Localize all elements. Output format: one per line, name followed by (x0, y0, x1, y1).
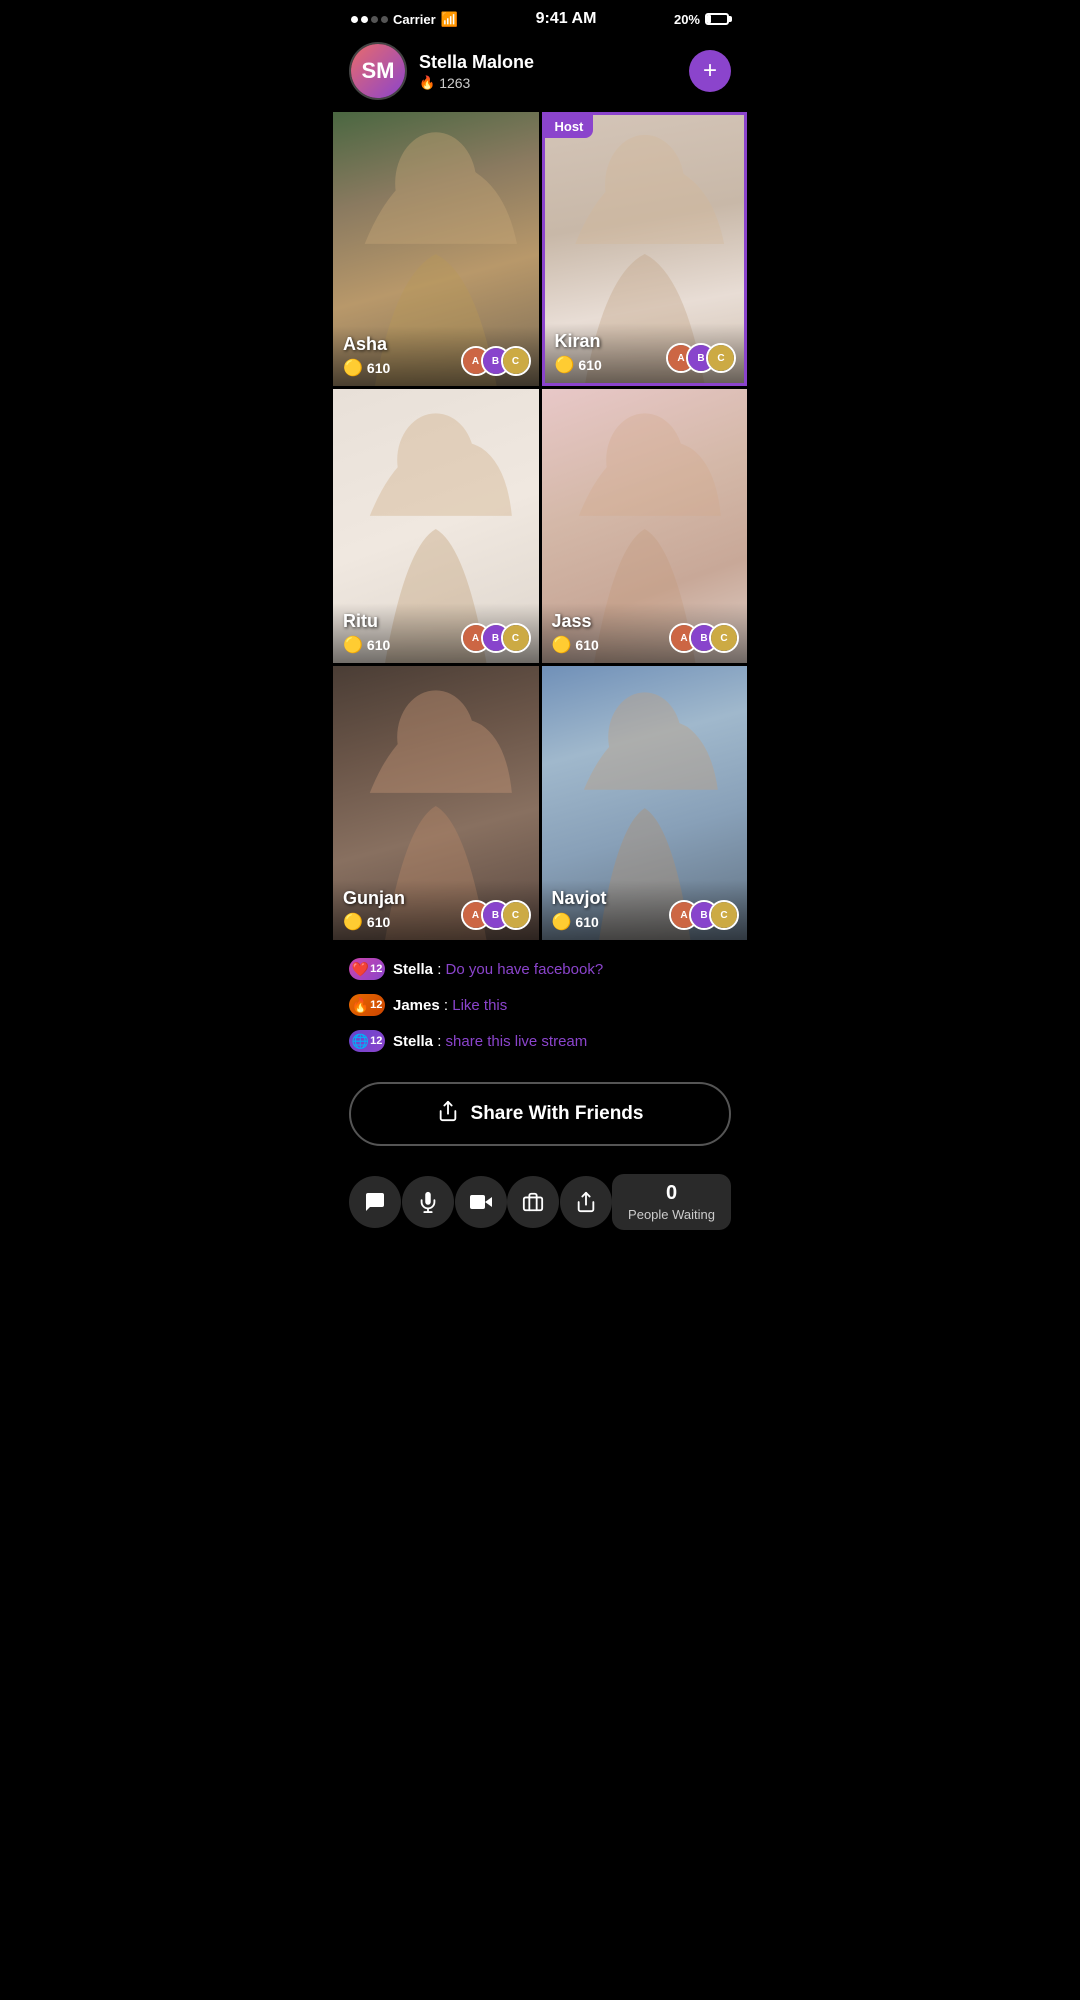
coin-value: 610 (575, 914, 598, 930)
coin-icon: 🟡 (343, 358, 363, 378)
video-circle (455, 1176, 507, 1228)
fire-icon: 🔥 (419, 75, 435, 91)
signal-dot-4 (381, 16, 388, 23)
chat-badge-3: 🌐 12 (349, 1030, 385, 1052)
badge-num-3: 12 (370, 1035, 382, 1047)
people-waiting: 0 People Waiting (612, 1174, 731, 1230)
stream-avatars-jass: A B C (669, 623, 739, 653)
people-waiting-label: People Waiting (628, 1207, 715, 1222)
share-button-bottom[interactable] (559, 1176, 612, 1228)
people-waiting-count: 0 (628, 1182, 715, 1205)
share-section: Share With Friends (333, 1072, 747, 1162)
mini-avatar-3: C (709, 623, 739, 653)
stream-cell-navjot[interactable]: Navjot 🟡 610 A B C (542, 666, 748, 940)
wallet-circle (507, 1176, 559, 1228)
coin-icon: 🟡 (552, 635, 572, 655)
mini-avatar-3: C (709, 900, 739, 930)
badge-num-2: 12 (370, 999, 382, 1011)
status-left: Carrier 📶 (351, 11, 458, 28)
score-value: 1263 (439, 75, 470, 91)
avatar: SM (349, 42, 407, 100)
badge-num-1: 12 (370, 963, 382, 975)
stream-avatars-kiran: A B C (666, 343, 736, 373)
carrier-label: Carrier (393, 12, 436, 27)
chat-text-2: James : Like this (393, 997, 507, 1014)
battery-percent: 20% (674, 12, 700, 27)
stream-avatars-navjot: A B C (669, 900, 739, 930)
share-with-friends-button[interactable]: Share With Friends (349, 1082, 731, 1146)
signal-dots (351, 16, 388, 23)
coin-icon: 🟡 (552, 912, 572, 932)
mini-avatar-3: C (501, 346, 531, 376)
stream-cell-jass[interactable]: Jass 🟡 610 A B C (542, 389, 748, 663)
coin-value: 610 (578, 357, 601, 373)
mini-avatar-3: C (501, 623, 531, 653)
mic-circle (402, 1176, 454, 1228)
bottom-bar: 0 People Waiting (333, 1162, 747, 1250)
user-header: SM Stella Malone 🔥 1263 + (333, 34, 747, 112)
chat-message-content-3: share this live stream (446, 1033, 588, 1050)
coin-icon: 🟡 (343, 635, 363, 655)
share-icon (437, 1100, 459, 1128)
coin-value: 610 (367, 637, 390, 653)
battery-icon (705, 13, 729, 25)
chat-badge-2: 🔥 12 (349, 994, 385, 1016)
chat-section: ❤️ 12 Stella : Do you have facebook? 🔥 1… (333, 948, 747, 1072)
user-score: 🔥 1263 (419, 75, 677, 91)
signal-dot-2 (361, 16, 368, 23)
host-badge: Host (545, 115, 594, 138)
user-name: Stella Malone (419, 52, 677, 73)
coin-icon: 🟡 (343, 912, 363, 932)
coin-value: 610 (575, 637, 598, 653)
status-right: 20% (674, 12, 729, 27)
signal-dot-1 (351, 16, 358, 23)
stream-avatars-ritu: A B C (461, 623, 531, 653)
mini-avatar-3: C (501, 900, 531, 930)
fire-badge-icon: 🔥 (352, 997, 369, 1014)
stream-cell-asha[interactable]: Asha 🟡 610 A B C (333, 112, 539, 386)
stream-avatars-asha: A B C (461, 346, 531, 376)
chat-text-1: Stella : Do you have facebook? (393, 961, 603, 978)
chat-message-2: 🔥 12 James : Like this (349, 994, 731, 1016)
chat-message-content-2: Like this (452, 997, 507, 1014)
status-bar: Carrier 📶 9:41 AM 20% (333, 0, 747, 34)
video-button[interactable] (454, 1176, 507, 1228)
heart-icon: ❤️ (352, 961, 369, 978)
wifi-icon: 📶 (441, 11, 458, 28)
chat-message-3: 🌐 12 Stella : share this live stream (349, 1030, 731, 1052)
share-circle (560, 1176, 612, 1228)
planet-badge-icon: 🌐 (352, 1033, 369, 1050)
stream-cell-gunjan[interactable]: Gunjan 🟡 610 A B C (333, 666, 539, 940)
stream-cell-ritu[interactable]: Ritu 🟡 610 A B C (333, 389, 539, 663)
coin-value: 610 (367, 360, 390, 376)
chat-badge-1: ❤️ 12 (349, 958, 385, 980)
chat-circle (349, 1176, 401, 1228)
chat-button[interactable] (349, 1176, 402, 1228)
coin-icon: 🟡 (555, 355, 575, 375)
mini-avatar-3: C (706, 343, 736, 373)
stream-grid: Asha 🟡 610 A B C Host (333, 112, 747, 940)
signal-dot-3 (371, 16, 378, 23)
chat-text-3: Stella : share this live stream (393, 1033, 587, 1050)
share-button-label: Share With Friends (471, 1103, 644, 1125)
wallet-button[interactable] (507, 1176, 560, 1228)
avatar-placeholder: SM (351, 44, 405, 98)
coin-value: 610 (367, 914, 390, 930)
status-time: 9:41 AM (536, 10, 597, 28)
mic-button[interactable] (402, 1176, 455, 1228)
stream-avatars-gunjan: A B C (461, 900, 531, 930)
stream-cell-kiran[interactable]: Host Kiran 🟡 610 A B C (542, 112, 748, 386)
follow-button[interactable]: + (689, 50, 731, 92)
chat-message-1: ❤️ 12 Stella : Do you have facebook? (349, 958, 731, 980)
user-info: Stella Malone 🔥 1263 (419, 52, 677, 91)
chat-message-content-1: Do you have facebook? (446, 961, 604, 978)
